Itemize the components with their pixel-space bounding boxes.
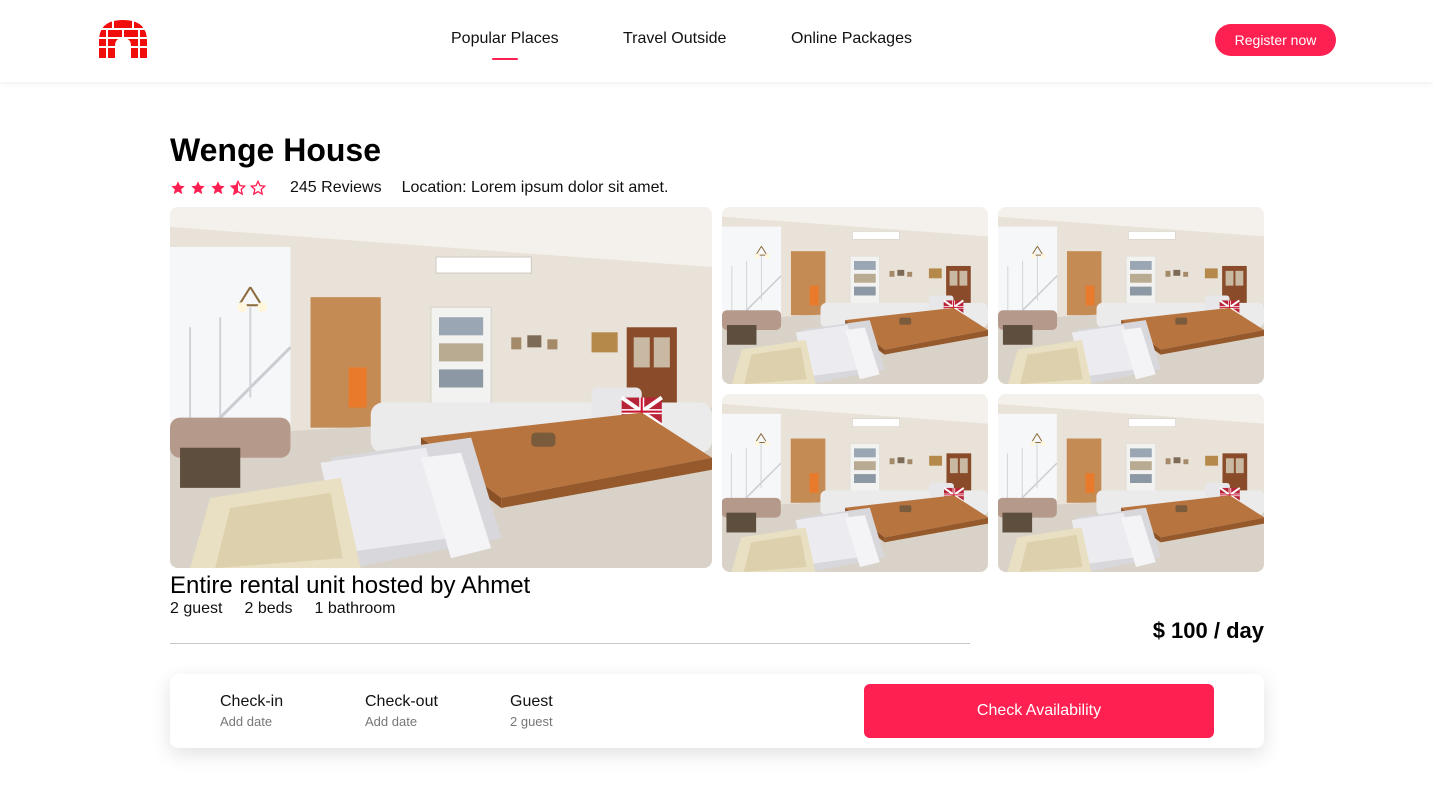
- register-button[interactable]: Register now: [1215, 24, 1336, 56]
- thumbnail-photo[interactable]: [998, 394, 1264, 572]
- nav-link-online-packages[interactable]: Online Packages: [791, 30, 912, 48]
- nav-link-popular-places[interactable]: Popular Places: [451, 30, 559, 48]
- check-availability-button[interactable]: Check Availability: [864, 684, 1214, 738]
- main-photo[interactable]: [170, 207, 712, 568]
- thumbnail-photo[interactable]: [998, 207, 1264, 384]
- reviews-count[interactable]: 245 Reviews: [290, 179, 382, 197]
- section-divider: [170, 643, 970, 644]
- rating-stars: [170, 180, 290, 196]
- star-full-icon: [191, 181, 205, 195]
- host-line: Entire rental unit hosted by Ahmet: [170, 572, 531, 599]
- checkin-label: Check-in: [220, 693, 284, 710]
- price-per-day: $ 100 / day: [1152, 618, 1264, 643]
- guest-label: Guest: [510, 693, 553, 710]
- booking-bar: Check-in Add date Check-out Add date Gue…: [170, 674, 1264, 748]
- checkout-value: Add date: [365, 714, 418, 729]
- checkin-field[interactable]: Check-in Add date: [220, 693, 283, 729]
- checkout-field[interactable]: Check-out Add date: [365, 693, 438, 729]
- guest-field[interactable]: Guest 2 guest: [510, 693, 553, 729]
- star-empty-icon: [250, 180, 266, 196]
- spec-guests: 2 guest: [170, 600, 223, 617]
- listing-specs: 2 guest 2 beds 1 bathroom: [170, 600, 395, 618]
- listing-meta-row: 245 Reviews Location: Lorem ipsum dolor …: [170, 178, 668, 198]
- location-text: Location: Lorem ipsum dolor sit amet.: [401, 179, 669, 196]
- checkout-label: Check-out: [365, 693, 438, 710]
- thumbnail-photo[interactable]: [722, 207, 988, 384]
- nav-link-travel-outside[interactable]: Travel Outside: [623, 30, 726, 48]
- thumbnail-photo[interactable]: [722, 394, 988, 572]
- spec-beds: 2 beds: [244, 600, 293, 617]
- listing-title: Wenge House: [170, 132, 381, 168]
- spec-bathrooms: 1 bathroom: [314, 600, 396, 617]
- star-half-icon: [230, 180, 246, 196]
- checkin-value: Add date: [220, 714, 273, 729]
- guest-value: 2 guest: [510, 714, 553, 729]
- top-navbar: Popular Places Travel Outside Online Pac…: [0, 0, 1433, 82]
- star-full-icon: [211, 181, 225, 195]
- star-full-icon: [171, 181, 185, 195]
